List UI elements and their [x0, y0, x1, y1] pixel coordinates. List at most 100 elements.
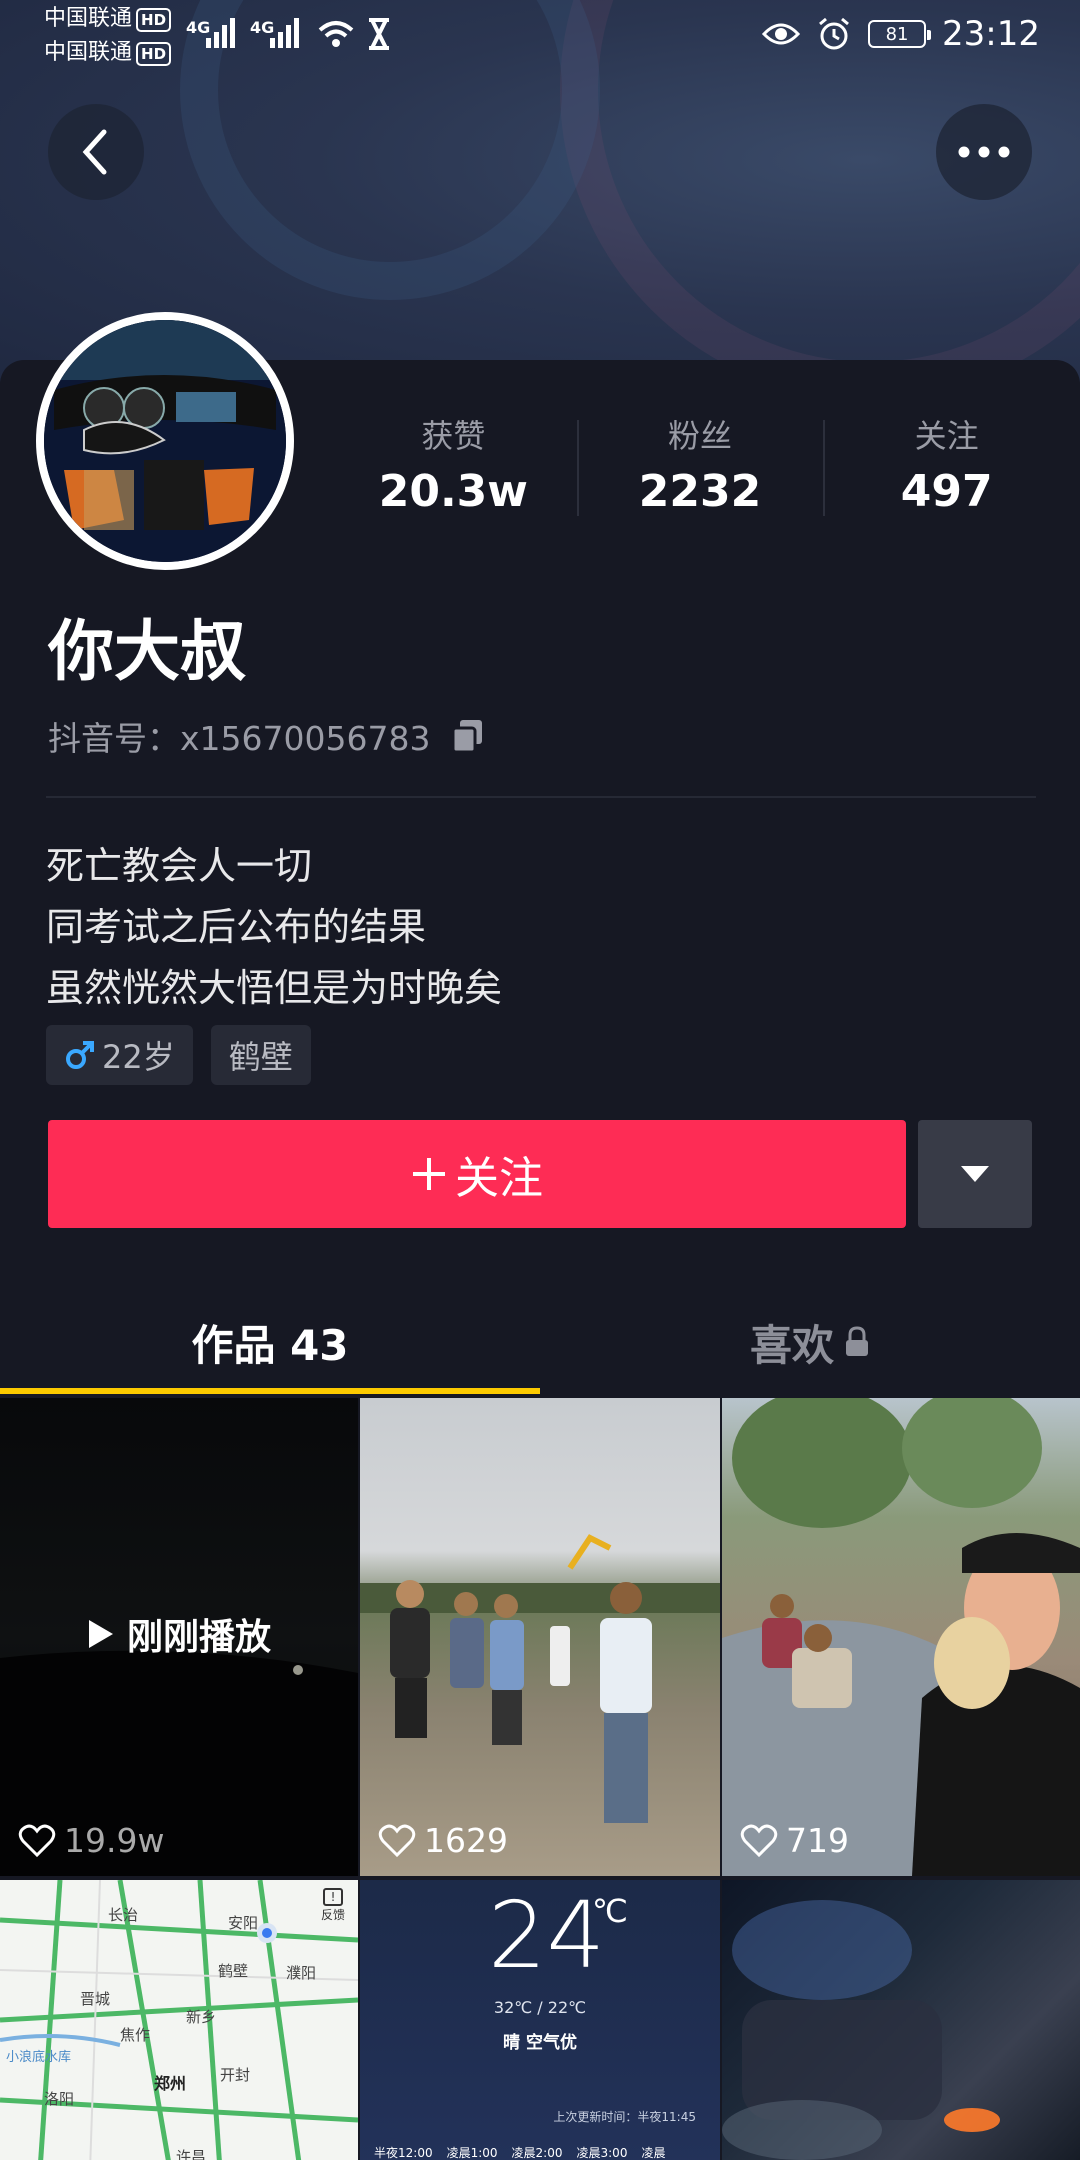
- like-count: 19.9w: [18, 1821, 164, 1860]
- more-button[interactable]: [936, 104, 1032, 200]
- bio-line: 同考试之后公布的结果: [46, 905, 427, 949]
- clock: 23:12: [942, 14, 1040, 54]
- map-label: 新乡: [186, 2008, 217, 2026]
- weather-time: 凌晨1:00: [446, 2146, 498, 2160]
- heart-icon: [378, 1824, 416, 1857]
- plus-icon: [413, 1158, 445, 1190]
- follow-button[interactable]: 关注: [48, 1120, 906, 1228]
- night-car-image: [722, 1900, 1000, 2160]
- chevron-left-icon: [82, 129, 107, 175]
- map-label: 安阳: [228, 1914, 259, 1932]
- location-tag: 鹤壁: [210, 1025, 311, 1085]
- like-count: 719: [740, 1821, 849, 1860]
- play-icon: [88, 1620, 113, 1648]
- bio-line: 虽然恍然大悟但是为时晚矣: [46, 966, 503, 1010]
- map-label: 焦作: [120, 2026, 151, 2044]
- stat-likes[interactable]: 获赞 20.3w: [330, 414, 577, 522]
- map-label: 许昌: [176, 2148, 207, 2160]
- bio: 死亡教会人一切 同考试之后公布的结果 虽然恍然大悟但是为时晚矣: [46, 836, 502, 1019]
- map-label: 开封: [220, 2066, 251, 2084]
- stat-followers[interactable]: 粉丝 2232: [576, 414, 824, 522]
- map-label: 晋城: [80, 1990, 111, 2008]
- map-report-text: 反馈: [320, 1908, 345, 1922]
- follow-label: 关注: [455, 1153, 543, 1204]
- weather-desc: 晴 空气优: [503, 2033, 577, 2053]
- profile-tags: 22岁 鹤壁: [46, 1025, 311, 1085]
- selfie-scene-image: [722, 1398, 1080, 1876]
- map-label: 郑州: [154, 2074, 187, 2093]
- copy-icon[interactable]: [450, 718, 486, 754]
- map-report: ! 反馈: [320, 1888, 345, 1922]
- just-played-overlay: 刚刚播放: [0, 1608, 358, 1660]
- like-count: 1629: [378, 1821, 508, 1860]
- video-thumbnail[interactable]: 24 ℃ 32℃ / 22℃ 晴 空气优 上次更新时间：半夜11:45 半夜12…: [360, 1880, 720, 2160]
- age-tag: 22岁: [46, 1025, 193, 1085]
- stat-value: 20.3w: [378, 466, 528, 517]
- weather-times: 半夜12:00 凌晨1:00 凌晨2:00 凌晨3:00 凌晨: [374, 2144, 720, 2160]
- eye-icon: [762, 23, 801, 45]
- caret-down-icon: [961, 1166, 989, 1182]
- stat-label: 粉丝: [668, 417, 733, 455]
- video-thumbnail[interactable]: [722, 1880, 1080, 2160]
- heart-icon: [740, 1824, 778, 1857]
- ellipsis-icon: [958, 146, 1010, 158]
- wifi-icon: [318, 21, 354, 47]
- location-text: 鹤壁: [228, 1038, 293, 1076]
- video-thumbnail[interactable]: 刚刚播放 19.9w: [0, 1398, 358, 1876]
- lock-icon: [846, 1326, 868, 1356]
- stat-value: 2232: [638, 466, 762, 517]
- tab-indicator: [0, 1388, 540, 1394]
- back-button[interactable]: [48, 104, 144, 200]
- avatar[interactable]: [36, 312, 294, 570]
- stat-label: 关注: [914, 417, 979, 455]
- map-label: 长治: [108, 1906, 139, 1924]
- stat-following[interactable]: 关注 497: [823, 414, 1070, 522]
- video-thumbnail[interactable]: 719: [722, 1398, 1080, 1876]
- like-count-text: 19.9w: [64, 1821, 165, 1860]
- map-label: 濮阳: [286, 1964, 317, 1982]
- map-label: 小浪底水库: [6, 2050, 72, 2065]
- battery-icon: 81: [868, 20, 932, 48]
- profile-stats: 获赞 20.3w 粉丝 2232 关注 497: [330, 414, 1070, 522]
- signal-icon: [206, 16, 235, 48]
- map-label: 鹤壁: [218, 1962, 249, 1980]
- signal-icon: [270, 16, 299, 48]
- map-label: 洛阳: [44, 2090, 75, 2108]
- video-thumbnail[interactable]: 长治 安阳 鹤壁 濮阳 晋城 焦作 新乡 郑州 开封 洛阳 小浪底水库 许昌 !…: [0, 1880, 358, 2160]
- male-icon: [66, 1041, 94, 1069]
- tab-label: 喜欢: [749, 1320, 834, 1370]
- carrier-1: 中国联通 HD: [44, 4, 172, 34]
- weather-time: 半夜12:00: [374, 2146, 433, 2160]
- avatar-image: [44, 320, 286, 562]
- nickname: 你大叔: [48, 613, 246, 690]
- tab-label: 作品 43: [191, 1320, 349, 1370]
- like-count-text: 1629: [424, 1821, 508, 1860]
- tab-likes[interactable]: 喜欢: [540, 1290, 1080, 1394]
- weather-unit: ℃: [592, 1892, 628, 1930]
- tab-works[interactable]: 作品 43: [0, 1290, 540, 1394]
- heart-icon: [18, 1824, 56, 1857]
- weather-time: 凌晨2:00: [511, 2146, 563, 2160]
- weather-temp: 24: [488, 1882, 606, 1989]
- stat-label: 获赞: [421, 417, 486, 455]
- stat-value: 497: [900, 466, 993, 517]
- douyin-id: 抖音号：x15670056783: [48, 712, 486, 760]
- douyin-id-text: 抖音号：x15670056783: [48, 719, 431, 758]
- age-text: 22岁: [102, 1038, 175, 1076]
- weather-updated: 上次更新时间：半夜11:45: [553, 2110, 696, 2124]
- weather-time: 凌晨: [641, 2146, 666, 2160]
- recommend-dropdown-button[interactable]: [918, 1120, 1032, 1228]
- weather-time: 凌晨3:00: [576, 2146, 628, 2160]
- divider: [46, 796, 1036, 798]
- map-image: [0, 1880, 358, 2160]
- alarm-icon: [819, 17, 849, 50]
- crowd-scene-image: [360, 1534, 720, 1823]
- hourglass-icon: [369, 18, 389, 50]
- video-thumbnail[interactable]: 1629: [360, 1398, 720, 1876]
- carrier-2: 中国联通 HD: [44, 38, 172, 68]
- weather-range: 32℃ / 22℃: [493, 1998, 587, 2017]
- bio-line: 死亡教会人一切: [46, 844, 313, 888]
- just-played-label: 刚刚播放: [126, 1617, 271, 1658]
- like-count-text: 719: [786, 1821, 849, 1860]
- profile-tabs: 作品 43 喜欢: [0, 1290, 1080, 1394]
